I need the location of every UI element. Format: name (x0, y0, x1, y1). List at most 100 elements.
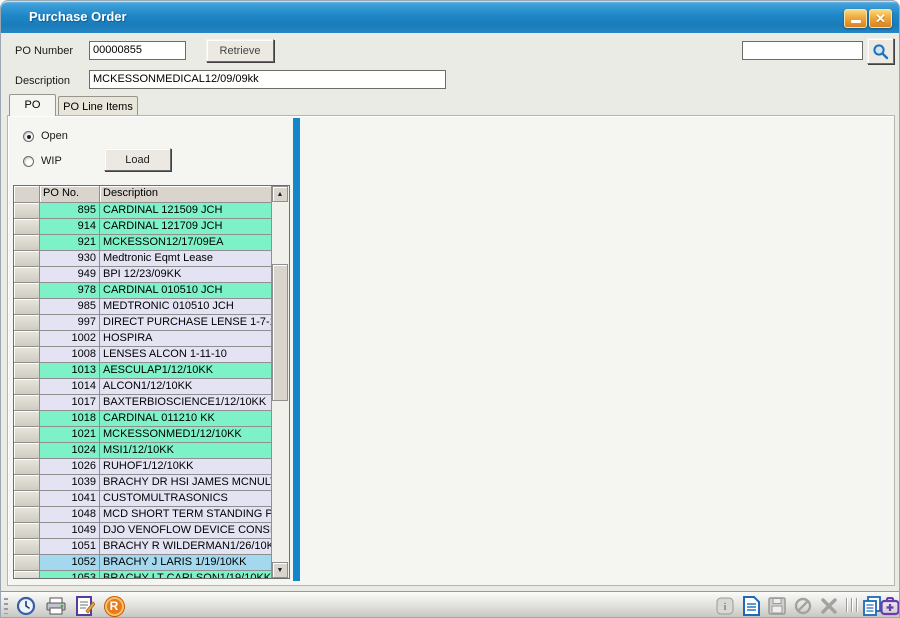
description-cell: MEDTRONIC 010510 JCH (100, 299, 272, 315)
table-row[interactable]: 949BPI 12/23/09KK (14, 267, 272, 283)
x-icon (821, 598, 837, 614)
filter-wip-radio[interactable] (23, 156, 34, 167)
po-no-column-header[interactable]: PO No. (40, 186, 100, 203)
row-header-cell[interactable] (14, 203, 40, 219)
tab-po-line-items[interactable]: PO Line Items (58, 96, 138, 116)
table-row[interactable]: 930Medtronic Eqmt Lease (14, 251, 272, 267)
new-document-button[interactable] (739, 594, 763, 618)
table-row[interactable]: 1041CUSTOMULTRASONICS (14, 491, 272, 507)
description-cell: Medtronic Eqmt Lease (100, 251, 272, 267)
table-row[interactable]: 1026RUHOF1/12/10KK (14, 459, 272, 475)
panel-splitter[interactable] (293, 118, 300, 581)
no-entry-icon (794, 597, 812, 615)
po-no-cell: 1013 (40, 363, 100, 379)
description-cell: BRACHY LT CARLSON1/19/10KK (100, 571, 272, 578)
description-column-header[interactable]: Description (100, 186, 272, 203)
po-table: PO No. Description 895CARDINAL 121509 JC… (13, 185, 290, 579)
row-header-cell[interactable] (14, 395, 40, 411)
row-header-cell[interactable] (14, 555, 40, 571)
register-button[interactable]: R (102, 594, 126, 618)
table-row[interactable]: 914CARDINAL 121709 JCH (14, 219, 272, 235)
row-header-cell[interactable] (14, 299, 40, 315)
row-header-cell[interactable] (14, 523, 40, 539)
row-header-cell[interactable] (14, 571, 40, 578)
description-cell: MCKESSONMED1/12/10KK (100, 427, 272, 443)
edit-document-button[interactable] (73, 594, 97, 618)
close-icon: ✕ (875, 12, 886, 25)
row-header-cell[interactable] (14, 427, 40, 443)
scroll-down-button[interactable]: ▼ (272, 562, 288, 578)
table-row[interactable]: 1018CARDINAL 011210 KK (14, 411, 272, 427)
row-header-cell[interactable] (14, 315, 40, 331)
row-header-cell[interactable] (14, 219, 40, 235)
minimize-button[interactable] (844, 9, 867, 28)
table-row[interactable]: 1013AESCULAP1/12/10KK (14, 363, 272, 379)
row-header-cell[interactable] (14, 539, 40, 555)
description-cell: DIRECT PURCHASE LENSE 1-7-10 (100, 315, 272, 331)
close-button[interactable]: ✕ (869, 9, 892, 28)
table-row[interactable]: 895CARDINAL 121509 JCH (14, 203, 272, 219)
row-header-cell[interactable] (14, 251, 40, 267)
table-row[interactable]: 1048MCD SHORT TERM STANDING PO (14, 507, 272, 523)
toolbar-grip[interactable] (4, 598, 8, 614)
table-row[interactable]: 1024MSI1/12/10KK (14, 443, 272, 459)
load-button[interactable]: Load (104, 148, 171, 171)
row-header-cell[interactable] (14, 235, 40, 251)
table-row[interactable]: 1039BRACHY DR HSI JAMES MCNULTY (14, 475, 272, 491)
row-header-cell[interactable] (14, 443, 40, 459)
search-button[interactable] (867, 38, 894, 64)
description-cell: MCD SHORT TERM STANDING PO (100, 507, 272, 523)
table-row[interactable]: 978CARDINAL 010510 JCH (14, 283, 272, 299)
row-header-cell[interactable] (14, 331, 40, 347)
description-input[interactable]: MCKESSONMEDICAL12/09/09kk (89, 70, 446, 89)
table-row[interactable]: 1052BRACHY J LARIS 1/19/10KK (14, 555, 272, 571)
cancel-button[interactable] (791, 594, 815, 618)
search-input[interactable] (742, 41, 863, 60)
scrollbar-thumb[interactable] (272, 264, 288, 401)
table-row[interactable]: 1008LENSES ALCON 1-11-10 (14, 347, 272, 363)
row-header-cell[interactable] (14, 411, 40, 427)
row-header-cell[interactable] (14, 459, 40, 475)
retrieve-button[interactable]: Retrieve (206, 39, 274, 62)
table-row[interactable]: 1014ALCON1/12/10KK (14, 379, 272, 395)
history-button[interactable] (14, 594, 38, 618)
row-header-cell[interactable] (14, 507, 40, 523)
table-row[interactable]: 1002HOSPIRA (14, 331, 272, 347)
po-no-cell: 1021 (40, 427, 100, 443)
table-row[interactable]: 1049DJO VENOFLOW DEVICE CONSIG (14, 523, 272, 539)
row-header-cell[interactable] (14, 347, 40, 363)
filter-open-radio[interactable] (23, 131, 34, 142)
first-aid-button[interactable] (878, 594, 900, 618)
table-row[interactable]: 921MCKESSON12/17/09EA (14, 235, 272, 251)
description-cell: MCKESSON12/17/09EA (100, 235, 272, 251)
po-no-cell: 1017 (40, 395, 100, 411)
row-header-cell[interactable] (14, 379, 40, 395)
scroll-up-button[interactable]: ▲ (272, 186, 288, 202)
window-title: Purchase Order (29, 9, 127, 24)
toolbar-separator (851, 598, 852, 612)
delete-button[interactable] (817, 594, 841, 618)
po-number-input[interactable]: 00000855 (89, 41, 186, 60)
table-row[interactable]: 997DIRECT PURCHASE LENSE 1-7-10 (14, 315, 272, 331)
table-row[interactable]: 1051BRACHY R WILDERMAN1/26/10KK (14, 539, 272, 555)
table-row[interactable]: 985MEDTRONIC 010510 JCH (14, 299, 272, 315)
table-row[interactable]: 1053BRACHY LT CARLSON1/19/10KK (14, 571, 272, 578)
row-header-cell[interactable] (14, 283, 40, 299)
save-button[interactable] (765, 594, 789, 618)
table-scrollbar[interactable]: ▲ ▼ (272, 186, 289, 578)
description-cell: CUSTOMULTRASONICS (100, 491, 272, 507)
info-button[interactable]: i (713, 594, 737, 618)
table-row[interactable]: 1021MCKESSONMED1/12/10KK (14, 427, 272, 443)
row-header-cell[interactable] (14, 267, 40, 283)
description-cell: DJO VENOFLOW DEVICE CONSIG (100, 523, 272, 539)
print-button[interactable] (44, 594, 68, 618)
row-header-cell[interactable] (14, 491, 40, 507)
po-no-cell: 949 (40, 267, 100, 283)
po-table-body: 895CARDINAL 121509 JCH914CARDINAL 121709… (14, 203, 272, 578)
tab-po[interactable]: PO (9, 94, 56, 116)
row-header-cell[interactable] (14, 363, 40, 379)
purchase-order-window: Purchase Order ✕ PO Number 00000855 Retr… (0, 0, 900, 618)
description-cell: AESCULAP1/12/10KK (100, 363, 272, 379)
table-row[interactable]: 1017BAXTERBIOSCIENCE1/12/10KK (14, 395, 272, 411)
row-header-cell[interactable] (14, 475, 40, 491)
